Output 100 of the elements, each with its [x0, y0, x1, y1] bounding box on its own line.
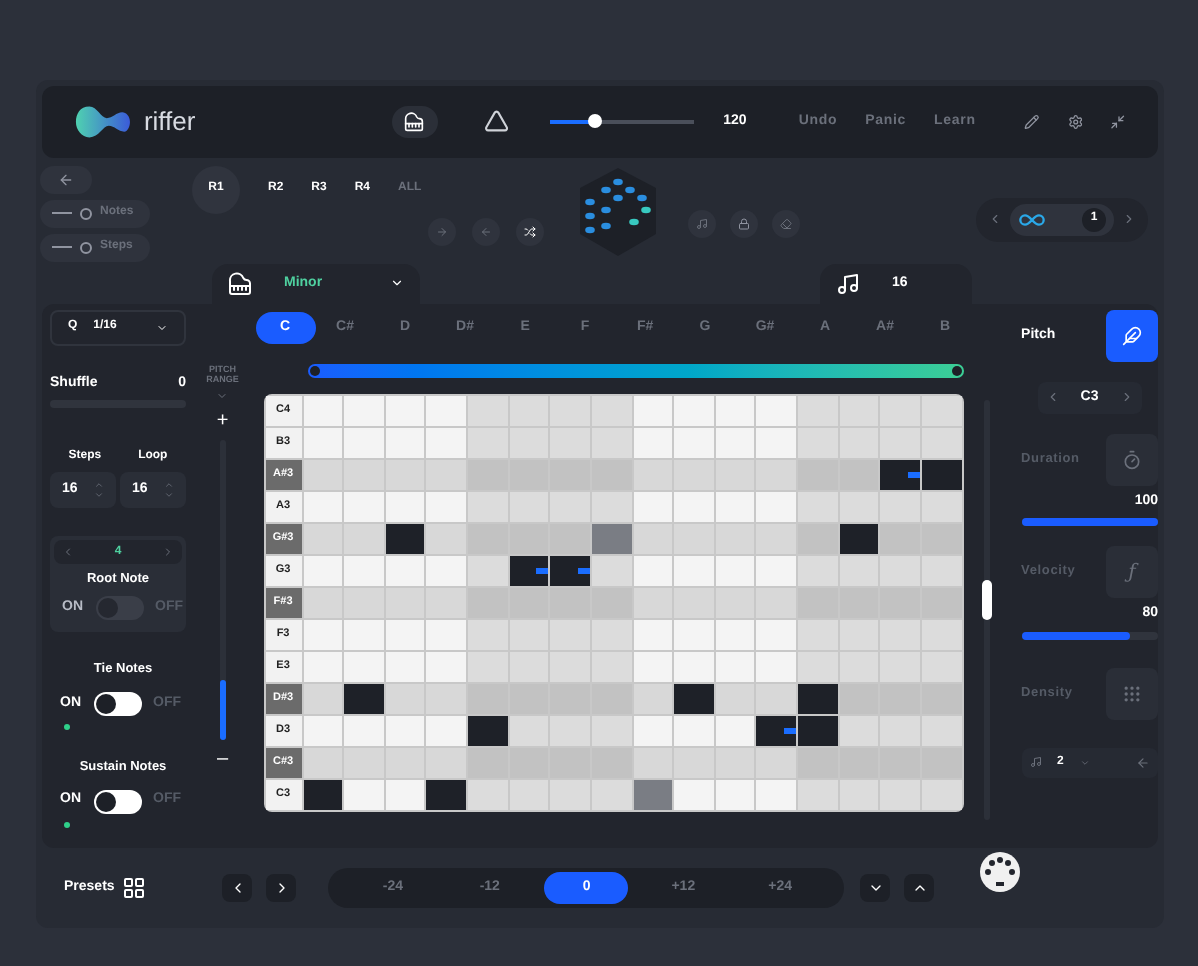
note-cell[interactable]: [550, 555, 590, 586]
previous-icon[interactable]: [988, 212, 1002, 227]
grid-cell[interactable]: [839, 395, 879, 426]
grid-cell[interactable]: [715, 491, 755, 522]
grid-cell[interactable]: [426, 491, 467, 522]
grid-cell[interactable]: [385, 555, 425, 586]
grid-cell[interactable]: [715, 683, 755, 714]
forward-button[interactable]: [428, 217, 456, 246]
settings-icon[interactable]: [1067, 113, 1083, 130]
grid-cell[interactable]: [715, 523, 755, 554]
grid-cell[interactable]: [756, 491, 797, 522]
grid-cell[interactable]: [839, 683, 879, 714]
grid-cell[interactable]: [509, 587, 549, 618]
grid-cell[interactable]: [303, 491, 343, 522]
grid-cell[interactable]: [839, 715, 879, 746]
grid-cell[interactable]: [591, 619, 632, 650]
grid-cell[interactable]: [921, 715, 962, 746]
down-button[interactable]: [860, 874, 891, 903]
grid-cell[interactable]: [509, 395, 549, 426]
grid-cell[interactable]: [756, 523, 797, 554]
grid-cell[interactable]: [921, 523, 962, 554]
plus-button[interactable]: +: [216, 406, 229, 437]
grid-cell[interactable]: [633, 715, 673, 746]
grid-cell[interactable]: [344, 747, 384, 778]
grid-cell[interactable]: [344, 523, 384, 554]
grid-cell[interactable]: [385, 491, 425, 522]
grid-cell[interactable]: [880, 395, 920, 426]
grid-cell[interactable]: [756, 651, 797, 682]
grid-cell[interactable]: [591, 651, 632, 682]
grid-cell[interactable]: [921, 427, 962, 458]
grid-cell[interactable]: [509, 651, 549, 682]
grid-cell[interactable]: [591, 587, 632, 618]
note-cell[interactable]: [344, 683, 384, 714]
grid-cell[interactable]: [880, 555, 920, 586]
grid-cell[interactable]: [633, 555, 673, 586]
next-button[interactable]: [266, 874, 297, 903]
grid-cell[interactable]: [344, 619, 384, 650]
midi-icon[interactable]: [978, 850, 1023, 895]
grid-cell[interactable]: [921, 683, 962, 714]
grid-cell[interactable]: [880, 683, 920, 714]
grid-cell[interactable]: [550, 683, 590, 714]
grid-cell[interactable]: [385, 715, 425, 746]
grid-cell[interactable]: [344, 587, 384, 618]
grid-cell[interactable]: [715, 395, 755, 426]
tempo-slider[interactable]: [550, 119, 694, 124]
grid-cell[interactable]: [303, 459, 343, 490]
grid-cell[interactable]: [633, 395, 673, 426]
music-button[interactable]: [688, 209, 716, 238]
grid-cell[interactable]: [880, 747, 920, 778]
grid-cell[interactable]: [674, 459, 714, 490]
grid-cell[interactable]: [385, 747, 425, 778]
resize-icon[interactable]: [1110, 113, 1127, 130]
grid-cell[interactable]: [921, 587, 962, 618]
grid-cell[interactable]: [715, 427, 755, 458]
grid-cell[interactable]: [550, 491, 590, 522]
grid-cell[interactable]: [798, 747, 838, 778]
caret-icon[interactable]: [216, 390, 229, 403]
grid-cell[interactable]: [468, 587, 508, 618]
grid-cell[interactable]: [468, 395, 508, 426]
grid-cell[interactable]: [550, 427, 590, 458]
grid-cell[interactable]: [674, 555, 714, 586]
grid-cell[interactable]: [715, 747, 755, 778]
grid-cell[interactable]: [756, 395, 797, 426]
grid-cell[interactable]: [839, 587, 879, 618]
grid-cell[interactable]: [921, 555, 962, 586]
grid-cell[interactable]: [674, 427, 714, 458]
grid-cell[interactable]: [674, 715, 714, 746]
grid-cell[interactable]: [303, 555, 343, 586]
grid-cell[interactable]: [921, 747, 962, 778]
grid-cell[interactable]: [633, 619, 673, 650]
density-button[interactable]: [1106, 667, 1158, 720]
grid-cell[interactable]: [550, 715, 590, 746]
grid-cell[interactable]: [798, 779, 838, 810]
grid-cell[interactable]: [591, 683, 632, 714]
grid-cell[interactable]: [385, 459, 425, 490]
grid-cell[interactable]: [303, 715, 343, 746]
eraser-button[interactable]: [772, 209, 800, 238]
grid-icon[interactable]: [122, 876, 147, 901]
grid-cell[interactable]: [839, 747, 879, 778]
grid-cell[interactable]: [921, 779, 962, 810]
grid-cell[interactable]: [591, 555, 632, 586]
grid-cell[interactable]: [674, 491, 714, 522]
grid-cell[interactable]: [426, 587, 467, 618]
grid-cell[interactable]: [880, 619, 920, 650]
grid-cell[interactable]: [798, 587, 838, 618]
grid-cell[interactable]: [633, 587, 673, 618]
pitch-range-bar[interactable]: [307, 363, 964, 378]
grid-cell[interactable]: [550, 619, 590, 650]
grid-cell[interactable]: [550, 459, 590, 490]
note-cell[interactable]: [756, 715, 797, 746]
up-button[interactable]: [904, 874, 935, 903]
grid-cell[interactable]: [591, 427, 632, 458]
pitch-mode-button[interactable]: [1106, 309, 1158, 362]
grid-cell[interactable]: [426, 619, 467, 650]
grid-cell[interactable]: [468, 459, 508, 490]
grid-cell[interactable]: [880, 587, 920, 618]
grid-cell[interactable]: [756, 587, 797, 618]
caret-icon[interactable]: [1079, 757, 1090, 768]
arrow-left-icon[interactable]: [1136, 755, 1150, 770]
grid-cell[interactable]: [715, 555, 755, 586]
